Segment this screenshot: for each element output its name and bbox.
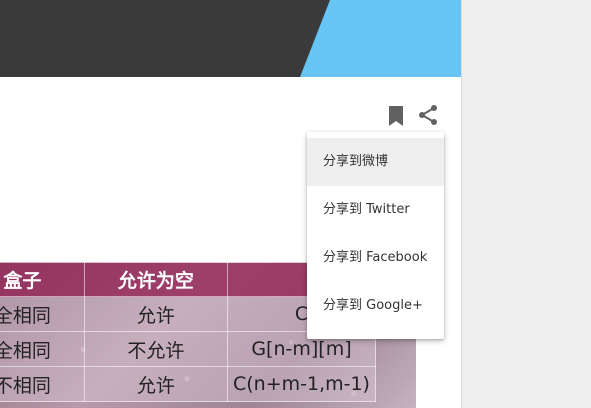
- table-cell: 允许: [83, 366, 228, 402]
- table-cell: 允许: [83, 296, 228, 332]
- card-edge: [461, 0, 462, 408]
- share-menu: 分享到微博 分享到 Twitter 分享到 Facebook 分享到 Googl…: [307, 132, 444, 339]
- table-cell: 不相同: [0, 366, 85, 402]
- table-header-cell: 允许为空: [83, 262, 228, 297]
- page: 盒子 允许为空 全相同 允许 C 全相同 不允许 G[n-m][m] 不相同 允…: [0, 0, 591, 408]
- table-cell: 不允许: [83, 331, 228, 367]
- table-cell: 全相同: [0, 296, 85, 332]
- share-icon[interactable]: [417, 104, 439, 126]
- article-banner-image: [0, 0, 461, 77]
- share-facebook-menu-item[interactable]: 分享到 Facebook: [307, 234, 444, 282]
- table-header-cell: 盒子: [0, 262, 85, 297]
- table-row: 不相同 允许 C(n+m-1,m-1): [0, 366, 377, 402]
- banner-dark-shape: [0, 0, 330, 77]
- bookmark-icon[interactable]: [387, 105, 405, 127]
- table-cell: 全相同: [0, 331, 85, 367]
- share-twitter-menu-item[interactable]: 分享到 Twitter: [307, 186, 444, 234]
- table-cell: C(n+m-1,m-1): [226, 366, 377, 402]
- share-weibo-menu-item[interactable]: 分享到微博: [307, 138, 444, 186]
- share-google-plus-menu-item[interactable]: 分享到 Google+: [307, 282, 444, 330]
- side-background: [461, 0, 591, 408]
